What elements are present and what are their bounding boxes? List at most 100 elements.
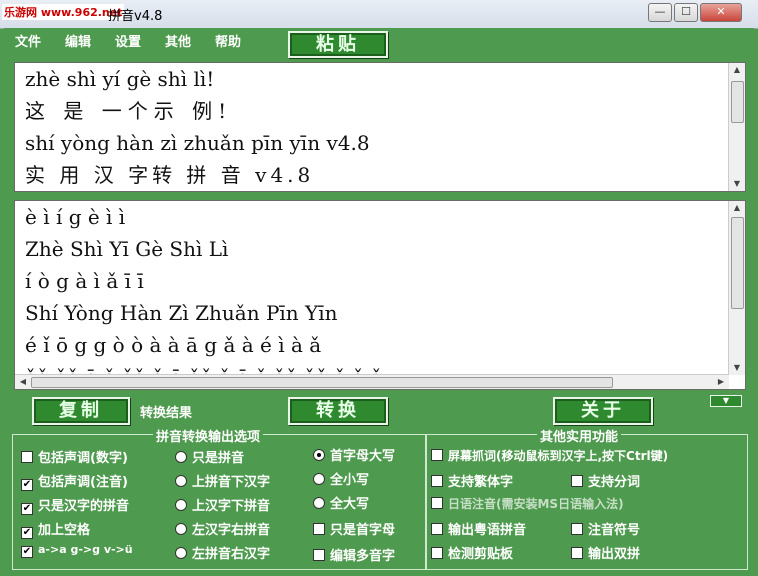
menu-help[interactable]: 帮助 [215, 31, 241, 50]
checkbox-icon[interactable] [571, 475, 583, 487]
option-traditional[interactable]: 支持繁体字 [431, 471, 513, 490]
option-label: 检测剪贴板 [448, 547, 514, 562]
option-hanzi-only[interactable]: ✔ 只是汉字的拼音 [21, 495, 129, 515]
option-cantonese[interactable]: 输出粤语拼音 [431, 519, 526, 538]
scroll-down-icon[interactable]: ▼ [729, 361, 745, 375]
option-label: 注音符号 [588, 523, 641, 538]
option-char-replace[interactable]: ✔ a->a g->g v->ü [21, 543, 133, 558]
checkbox-icon[interactable] [571, 547, 583, 559]
checkbox-checked-icon[interactable]: ✔ [21, 546, 33, 558]
option-label: 左拼音右汉字 [192, 547, 271, 562]
checkbox-icon[interactable] [313, 549, 325, 561]
menu-edit[interactable]: 编辑 [65, 31, 91, 50]
convert-button[interactable]: 转换 [288, 397, 388, 425]
checkbox-checked-icon[interactable]: ✔ [21, 503, 33, 515]
radio-icon[interactable] [175, 499, 187, 511]
option-label: 全小写 [330, 473, 370, 488]
radio-lowercase[interactable]: 全小写 [313, 469, 369, 488]
option-label: 输出双拼 [588, 547, 641, 562]
option-tone-number[interactable]: 包括声调(数字) [21, 447, 128, 466]
checkbox-icon[interactable] [431, 449, 443, 461]
scroll-thumb[interactable] [731, 217, 744, 309]
radio-icon[interactable] [313, 497, 325, 509]
checkbox-icon[interactable] [571, 523, 583, 535]
scroll-up-icon[interactable]: ▲ [729, 63, 745, 77]
source-textbox[interactable]: zhè shì yí gè shì lì! 这 是 一个示 例! shí yòn… [14, 62, 746, 192]
result-label: 转换结果 [140, 406, 193, 421]
radio-icon[interactable] [313, 473, 325, 485]
menu-settings[interactable]: 设置 [115, 31, 141, 50]
radio-icon[interactable] [175, 451, 187, 463]
source-line: 实 用 汉 字转 拼 音 v4.8 [25, 163, 315, 187]
result-hscrollbar[interactable]: ◀ ▶ [15, 374, 729, 389]
scroll-left-icon[interactable]: ◀ [15, 375, 31, 389]
option-label: 只是拼音 [192, 451, 245, 466]
radio-pinyin-only[interactable]: 只是拼音 [175, 447, 244, 466]
option-label: 加上空格 [38, 523, 91, 538]
option-label: 支持繁体字 [448, 475, 514, 490]
checkbox-checked-icon[interactable]: ✔ [21, 527, 33, 539]
radio-pinyin-above[interactable]: 上拼音下汉字 [175, 471, 270, 490]
scroll-down-icon[interactable]: ▼ [729, 177, 745, 191]
paste-button[interactable]: 粘贴 [288, 31, 388, 58]
app-window: 文件 编辑 设置 其他 帮助 粘贴 zhè shì yí gè shì lì! … [4, 28, 754, 572]
source-line: 这 是 一个示 例! [25, 99, 233, 123]
checkbox-icon[interactable] [431, 523, 443, 535]
checkbox-icon[interactable] [431, 547, 443, 559]
source-scrollbar[interactable]: ▲ ▼ [728, 63, 745, 191]
radio-pinyin-left[interactable]: 左拼音右汉字 [175, 543, 270, 562]
radio-hanzi-above[interactable]: 上汉字下拼音 [175, 495, 270, 514]
option-edit-polyphone[interactable]: 编辑多音字 [313, 545, 395, 564]
option-clipboard[interactable]: 检测剪贴板 [431, 543, 513, 562]
radio-capitalize-first[interactable]: 首字母大写 [313, 445, 395, 464]
option-add-space[interactable]: ✔ 加上空格 [21, 519, 90, 539]
other-features-title: 其他实用功能 [537, 426, 622, 445]
result-textbox[interactable]: è ì í g è ì ì Zhè Shì Yī Gè Shì Lì í ò g… [14, 200, 746, 390]
watermark: 乐游网 www.962.net [2, 4, 125, 20]
menu-file[interactable]: 文件 [15, 31, 41, 50]
option-screen-capture[interactable]: 屏幕抓词(移动鼠标到汉字上,按下Ctrl键) [431, 447, 668, 464]
checkbox-icon[interactable] [313, 523, 325, 535]
title-bar: 乐游网 www.962.net 拼音v4.8 — ☐ ✕ [0, 0, 758, 29]
other-features-group: 其他实用功能 屏幕抓词(移动鼠标到汉字上,按下Ctrl键) 支持繁体字 支持分词… [426, 426, 748, 570]
radio-hanzi-left[interactable]: 左汉字右拼音 [175, 519, 270, 538]
hscroll-thumb[interactable] [31, 377, 613, 388]
about-button[interactable]: 关于 [553, 397, 653, 425]
radio-icon[interactable] [175, 475, 187, 487]
pinyin-options-title: 拼音转换输出选项 [153, 426, 264, 445]
scroll-right-icon[interactable]: ▶ [713, 375, 729, 389]
option-label: 屏幕抓词(移动鼠标到汉字上,按下Ctrl键) [448, 449, 669, 463]
checkbox-icon[interactable] [431, 475, 443, 487]
pinyin-options-group: 拼音转换输出选项 包括声调(数字) ✔ 包括声调(注音) ✔ 只是汉字的拼音 ✔ 加上… [12, 426, 426, 570]
window-title: 拼音v4.8 [108, 9, 163, 24]
result-line: é ǐ ō g g ò ò à à ā g ǎ à é ì à ǎ [25, 333, 322, 357]
radio-icon[interactable] [175, 547, 187, 559]
option-label: 上汉字下拼音 [192, 499, 271, 514]
checkbox-checked-icon[interactable]: ✔ [21, 479, 33, 491]
option-tone-mark[interactable]: ✔ 包括声调(注音) [21, 471, 128, 491]
option-label: 左汉字右拼音 [192, 523, 271, 538]
checkbox-icon[interactable] [21, 451, 33, 463]
option-output-bopomofo[interactable]: 输出双拼 [571, 543, 640, 562]
result-line: è ì í g è ì ì [25, 205, 126, 229]
close-button[interactable]: ✕ [700, 3, 742, 22]
collapse-arrow-icon[interactable]: ▼ [710, 395, 742, 407]
radio-uppercase[interactable]: 全大写 [313, 493, 369, 512]
radio-icon[interactable] [175, 523, 187, 535]
menu-other[interactable]: 其他 [165, 31, 191, 50]
scroll-thumb[interactable] [731, 81, 744, 123]
option-label: 全大写 [330, 497, 370, 512]
option-initial-only[interactable]: 只是首字母 [313, 519, 395, 538]
copy-button[interactable]: 复制 [32, 397, 130, 425]
option-zhuyin[interactable]: 注音符号 [571, 519, 640, 538]
radio-selected-icon[interactable] [313, 449, 325, 461]
scroll-up-icon[interactable]: ▲ [729, 201, 745, 215]
option-split-word[interactable]: 支持分词 [571, 471, 640, 490]
minimize-button[interactable]: — [648, 3, 672, 22]
maximize-button[interactable]: ☐ [674, 3, 698, 22]
result-line: Zhè Shì Yī Gè Shì Lì [25, 237, 229, 261]
checkbox-icon[interactable] [431, 497, 443, 509]
option-label: a->a g->g v->ü [38, 543, 133, 556]
result-vscrollbar[interactable]: ▲ ▼ [728, 201, 745, 375]
option-japanese[interactable]: 日语注音(需安装MS日语输入法) [431, 495, 624, 512]
